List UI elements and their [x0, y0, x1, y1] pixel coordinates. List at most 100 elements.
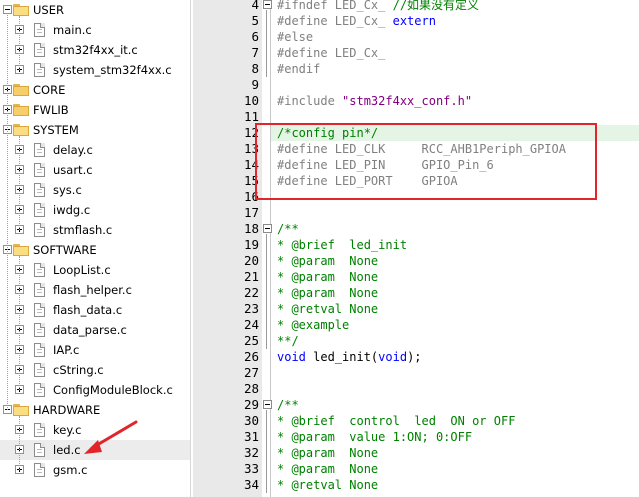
code-token: * @brief led_init: [277, 238, 408, 252]
line-number: 16: [243, 189, 259, 204]
code-line[interactable]: 25 **/: [193, 333, 639, 349]
tree-file-stm32f4xx-it-c[interactable]: stm32f4xx_it.c: [0, 40, 190, 60]
tree-divider: [190, 0, 191, 497]
code-line[interactable]: 9: [193, 77, 639, 93]
file-icon: [34, 263, 45, 277]
tree-connector: [7, 15, 8, 410]
code-line[interactable]: 19 * @brief led_init: [193, 237, 639, 253]
tree-group-system[interactable]: SYSTEM: [0, 120, 190, 140]
tree-group-fwlib[interactable]: FWLIB: [0, 100, 190, 120]
tree-file-flash-helper-c[interactable]: flash_helper.c: [0, 280, 190, 300]
code-line[interactable]: 31 * @param value 1:ON; 0:OFF: [193, 429, 639, 445]
code-line[interactable]: 22 * @param None: [193, 285, 639, 301]
code-token: * @retval None: [277, 478, 379, 492]
code-token: * @param None: [277, 462, 379, 476]
fold-collapse-icon[interactable]: [263, 400, 272, 409]
tree-file-data-parse-c[interactable]: data_parse.c: [0, 320, 190, 340]
file-icon: [34, 463, 45, 477]
code-line[interactable]: 27: [193, 365, 639, 381]
code-text: **/: [277, 333, 299, 349]
code-line[interactable]: 8 #endif: [193, 61, 639, 77]
line-number: 11: [243, 109, 259, 124]
line-number: 26: [243, 349, 259, 364]
collapse-icon[interactable]: [3, 5, 12, 14]
code-line[interactable]: 26 void led_init(void);: [193, 349, 639, 365]
line-number: 19: [243, 237, 259, 252]
file-icon: [34, 423, 45, 437]
line-number: 30: [243, 413, 259, 428]
code-line[interactable]: 21 * @param None: [193, 269, 639, 285]
line-number: 24: [243, 317, 259, 332]
code-token: * @param None: [277, 446, 379, 460]
tree-file-cstring-c[interactable]: cString.c: [0, 360, 190, 380]
highlight-box: [255, 123, 597, 200]
code-token: //如果没有定义: [385, 0, 480, 12]
tree-group-hardware[interactable]: HARDWARE: [0, 400, 190, 420]
line-number: 12: [243, 125, 259, 140]
line-number: 32: [243, 445, 259, 460]
line-number: 33: [243, 461, 259, 476]
fold-guide: [266, 410, 267, 493]
code-text: * @brief control led ON or OFF: [277, 413, 515, 429]
tree-file-system-stm32f4xx-c[interactable]: system_stm32f4xx.c: [0, 60, 190, 80]
code-line[interactable]: 32 * @param None: [193, 445, 639, 461]
code-text: /**: [277, 397, 299, 413]
code-line[interactable]: 29 /**: [193, 397, 639, 413]
code-line[interactable]: 24 * @example: [193, 317, 639, 333]
tree-file-sys-c[interactable]: sys.c: [0, 180, 190, 200]
tree-file-label: delay.c: [53, 143, 93, 157]
code-token: #define LED_Cx_: [277, 14, 393, 28]
line-number: 29: [243, 397, 259, 412]
tree-file-main-c[interactable]: main.c: [0, 20, 190, 40]
code-line[interactable]: 34 * @retval None: [193, 477, 639, 493]
code-line[interactable]: 18 /**: [193, 221, 639, 237]
code-line[interactable]: 30 * @brief control led ON or OFF: [193, 413, 639, 429]
fold-guide: [266, 234, 267, 349]
code-line[interactable]: 17: [193, 205, 639, 221]
code-token: #include: [277, 94, 343, 108]
file-icon: [34, 223, 45, 237]
fold-collapse-icon[interactable]: [263, 0, 272, 9]
code-token: * @param None: [277, 286, 379, 300]
tree-group-software[interactable]: SOFTWARE: [0, 240, 190, 260]
code-token: * @param None: [277, 270, 379, 284]
folder-icon: [13, 84, 29, 96]
line-number: 15: [243, 173, 259, 188]
line-number: 27: [243, 365, 259, 380]
tree-file-delay-c[interactable]: delay.c: [0, 140, 190, 160]
tree-file-label: ConfigModuleBlock.c: [53, 383, 173, 397]
tree-group-label: SOFTWARE: [33, 243, 97, 257]
tree-file-label: stmflash.c: [53, 223, 113, 237]
tree-file-iap-c[interactable]: IAP.c: [0, 340, 190, 360]
tree-file-configmoduleblock-c[interactable]: ConfigModuleBlock.c: [0, 380, 190, 400]
code-line[interactable]: 28: [193, 381, 639, 397]
tree-file-flash-data-c[interactable]: flash_data.c: [0, 300, 190, 320]
code-text: /**: [277, 221, 299, 237]
code-line[interactable]: 20 * @param None: [193, 253, 639, 269]
code-line[interactable]: 33 * @param None: [193, 461, 639, 477]
line-number: 31: [243, 429, 259, 444]
tree-file-looplist-c[interactable]: LoopList.c: [0, 260, 190, 280]
code-line[interactable]: 23 * @retval None: [193, 301, 639, 317]
tree-file-gsm-c[interactable]: gsm.c: [0, 460, 190, 480]
code-text: #ifndef LED_Cx_ //如果没有定义: [277, 0, 479, 13]
tree-file-iwdg-c[interactable]: iwdg.c: [0, 200, 190, 220]
tree-group-user[interactable]: USER: [0, 0, 190, 20]
tree-group-core[interactable]: CORE: [0, 80, 190, 100]
code-line[interactable]: 7 #define LED_Cx_: [193, 45, 639, 61]
file-icon: [34, 183, 45, 197]
tree-file-label: led.c: [53, 443, 81, 457]
tree-file-label: LoopList.c: [53, 263, 111, 277]
line-number: 8: [251, 61, 259, 76]
code-line[interactable]: 5 #define LED_Cx_ extern: [193, 13, 639, 29]
tree-file-stmflash-c[interactable]: stmflash.c: [0, 220, 190, 240]
line-number: 34: [243, 477, 259, 492]
fold-collapse-icon[interactable]: [263, 224, 272, 233]
folder-icon: [13, 124, 29, 136]
tree-file-usart-c[interactable]: usart.c: [0, 160, 190, 180]
code-line[interactable]: 6 #else: [193, 29, 639, 45]
code-line[interactable]: 10 #include "stm32f4xx_conf.h": [193, 93, 639, 109]
code-line[interactable]: 4 #ifndef LED_Cx_ //如果没有定义: [193, 0, 639, 13]
tree-file-label: data_parse.c: [53, 323, 127, 337]
line-number: 23: [243, 301, 259, 316]
